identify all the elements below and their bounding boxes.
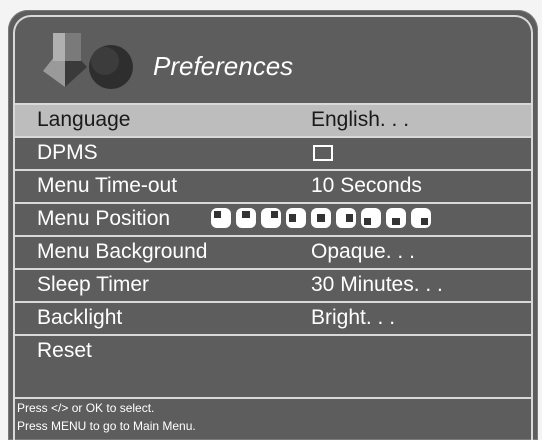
menu-item-value: 30 Minutes. . . bbox=[311, 273, 443, 296]
menu-item-sleep-timer[interactable]: Sleep Timer 30 Minutes. . . bbox=[15, 268, 531, 301]
position-top-center-icon[interactable] bbox=[236, 208, 256, 228]
menu-item-label: Reset bbox=[37, 339, 92, 362]
menu-list: Language English. . . DPMS Menu Time-out… bbox=[15, 103, 531, 367]
menu-item-label: Backlight bbox=[37, 306, 123, 329]
position-bottom-right-icon[interactable] bbox=[411, 208, 431, 228]
osd-frame: Preferences Language English. . . DPMS M… bbox=[13, 15, 533, 440]
menu-item-menu-background[interactable]: Menu Background Opaque. . . bbox=[15, 235, 531, 268]
position-bottom-center-icon[interactable] bbox=[386, 208, 406, 228]
position-top-left-icon[interactable] bbox=[211, 208, 231, 228]
menu-item-value: Bright. . . bbox=[311, 306, 396, 329]
menu-item-value: English. . . bbox=[311, 108, 410, 131]
page-title: Preferences bbox=[153, 51, 294, 81]
menu-item-label: Menu Background bbox=[37, 240, 208, 263]
position-bottom-left-icon[interactable] bbox=[361, 208, 381, 228]
position-top-right-icon[interactable] bbox=[261, 208, 281, 228]
dpms-checkbox[interactable] bbox=[313, 145, 333, 161]
menu-item-label: Menu Position bbox=[37, 207, 171, 230]
help-text: Press </> or OK to select. Press MENU to… bbox=[15, 397, 531, 435]
header: Preferences bbox=[15, 17, 531, 103]
menu-item-dpms[interactable]: DPMS bbox=[15, 136, 531, 169]
position-options bbox=[211, 208, 431, 228]
menu-item-menu-position[interactable]: Menu Position bbox=[15, 202, 531, 235]
menu-item-language[interactable]: Language English. . . bbox=[15, 103, 531, 136]
help-line-menu: Press MENU to go to Main Menu. bbox=[17, 419, 196, 433]
menu-item-label: Menu Time-out bbox=[37, 174, 178, 197]
shapes-logo-icon bbox=[43, 33, 133, 89]
menu-item-label: Language bbox=[37, 108, 131, 131]
help-line-select: Press </> or OK to select. bbox=[17, 401, 155, 415]
menu-item-value: Opaque. . . bbox=[311, 240, 415, 263]
position-middle-left-icon[interactable] bbox=[286, 208, 306, 228]
menu-item-reset[interactable]: Reset bbox=[15, 334, 531, 367]
position-middle-right-icon[interactable] bbox=[336, 208, 356, 228]
menu-item-backlight[interactable]: Backlight Bright. . . bbox=[15, 301, 531, 334]
menu-item-label: DPMS bbox=[37, 141, 98, 164]
osd-panel: Preferences Language English. . . DPMS M… bbox=[8, 10, 538, 440]
menu-item-value: 10 Seconds bbox=[311, 174, 422, 197]
position-center-icon[interactable] bbox=[311, 208, 331, 228]
menu-item-label: Sleep Timer bbox=[37, 273, 150, 296]
menu-item-menu-time-out[interactable]: Menu Time-out 10 Seconds bbox=[15, 169, 531, 202]
